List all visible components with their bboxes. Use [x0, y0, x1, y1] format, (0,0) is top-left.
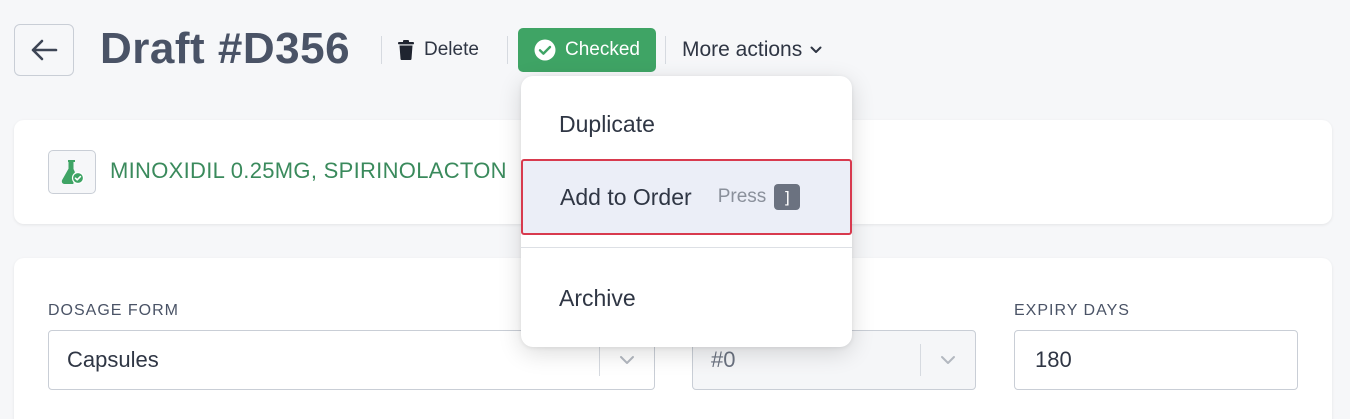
arrow-left-icon: [31, 39, 58, 61]
checked-label: Checked: [565, 39, 640, 60]
check-circle-icon: [534, 39, 556, 61]
delete-label: Delete: [424, 39, 479, 60]
more-actions-button[interactable]: More actions: [682, 34, 822, 66]
dosage-form-label: DOSAGE FORM: [48, 302, 180, 319]
formula-name-link[interactable]: MINOXIDIL 0.25MG, SPIRINOLACTON: [110, 158, 507, 184]
chevron-down-icon[interactable]: [600, 355, 654, 365]
keyboard-shortcut-hint: Press ]: [718, 184, 801, 210]
flask-check-icon: [48, 150, 96, 194]
chevron-down-icon[interactable]: [921, 355, 975, 365]
menu-item-add-to-order[interactable]: Add to Order Press ]: [521, 159, 852, 235]
capsule-size-value: #0: [711, 347, 736, 372]
page-title: Draft #D356: [100, 24, 351, 73]
more-actions-menu: Duplicate Add to Order Press ] Archive: [521, 76, 852, 347]
expiry-days-input[interactable]: 180: [1014, 330, 1298, 390]
chevron-down-icon: [810, 46, 822, 53]
expiry-days-label: EXPIRY DAYS: [1014, 302, 1130, 319]
header-divider: [381, 36, 382, 64]
checked-button[interactable]: Checked: [518, 28, 656, 72]
delete-button[interactable]: Delete: [398, 34, 479, 66]
dosage-form-value: Capsules: [67, 347, 159, 372]
header-divider: [507, 36, 508, 64]
menu-item-archive[interactable]: Archive: [521, 262, 852, 334]
header-divider: [665, 36, 666, 64]
menu-item-label: Add to Order: [560, 183, 692, 210]
shortcut-key: ]: [774, 184, 801, 210]
menu-item-duplicate[interactable]: Duplicate: [521, 88, 852, 160]
shortcut-press-text: Press: [717, 186, 767, 207]
more-actions-label: More actions: [682, 38, 803, 61]
menu-divider: [521, 247, 852, 248]
back-button[interactable]: [14, 24, 74, 76]
trash-icon: [398, 40, 414, 60]
